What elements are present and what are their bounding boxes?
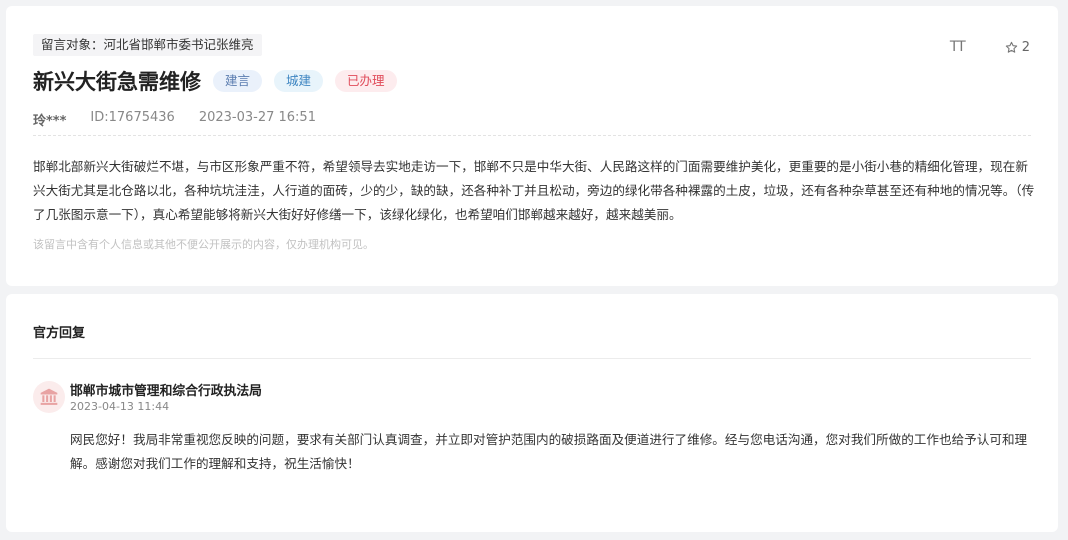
message-card: 留言对象：河北省邯郸市委书记张维亮 TT 2 新兴大街急需维修 建言 城建 已办… — [6, 6, 1058, 286]
star-icon — [1005, 41, 1017, 53]
reply-heading: 官方回复 — [33, 326, 86, 341]
star-count: 2 — [1021, 39, 1030, 55]
tag-urban-construction: 城建 — [274, 70, 324, 92]
tag-suggestion: 建言 — [213, 70, 263, 92]
title-row: 新兴大街急需维修 建言 城建 已办理 — [33, 66, 397, 96]
divider — [33, 358, 1031, 359]
message-id: ID:17675436 — [90, 110, 175, 125]
message-title: 新兴大街急需维修 — [33, 70, 201, 94]
reply-content: 网民您好！我局非常重视您反映的问题，要求有关部门认真调查，并立即对管护范围内的破… — [70, 432, 1028, 471]
avatar — [33, 381, 65, 413]
divider — [33, 135, 1031, 136]
font-size-icon[interactable]: TT — [950, 39, 966, 55]
author-name: 玲*** — [33, 114, 67, 129]
message-datetime: 2023-03-27 16:51 — [198, 110, 316, 125]
reply-card: 官方回复 邯郸市城市管理和综合行政执法局 2023-04-13 11:44 网民… — [6, 294, 1058, 532]
government-building-icon — [40, 388, 58, 405]
message-tools: TT 2 — [950, 39, 1030, 55]
status-badge: 已办理 — [335, 70, 397, 92]
favorite-button[interactable]: 2 — [1005, 40, 1030, 55]
reply-datetime: 2023-04-13 11:44 — [70, 400, 170, 413]
agency-name: 邯郸市城市管理和综合行政执法局 — [70, 384, 262, 399]
message-target: 留言对象：河北省邯郸市委书记张维亮 — [33, 34, 262, 56]
message-meta: 玲*** ID:17675436 2023-03-27 16:51 — [33, 110, 316, 129]
privacy-note: 该留言中含有个人信息或其他不便公开展示的内容，仅办理机构可见。 — [33, 238, 374, 251]
message-content: 邯郸北部新兴大街破烂不堪，与市区形象严重不符，希望领导去实地走访一下，邯郸不只是… — [33, 159, 1035, 222]
